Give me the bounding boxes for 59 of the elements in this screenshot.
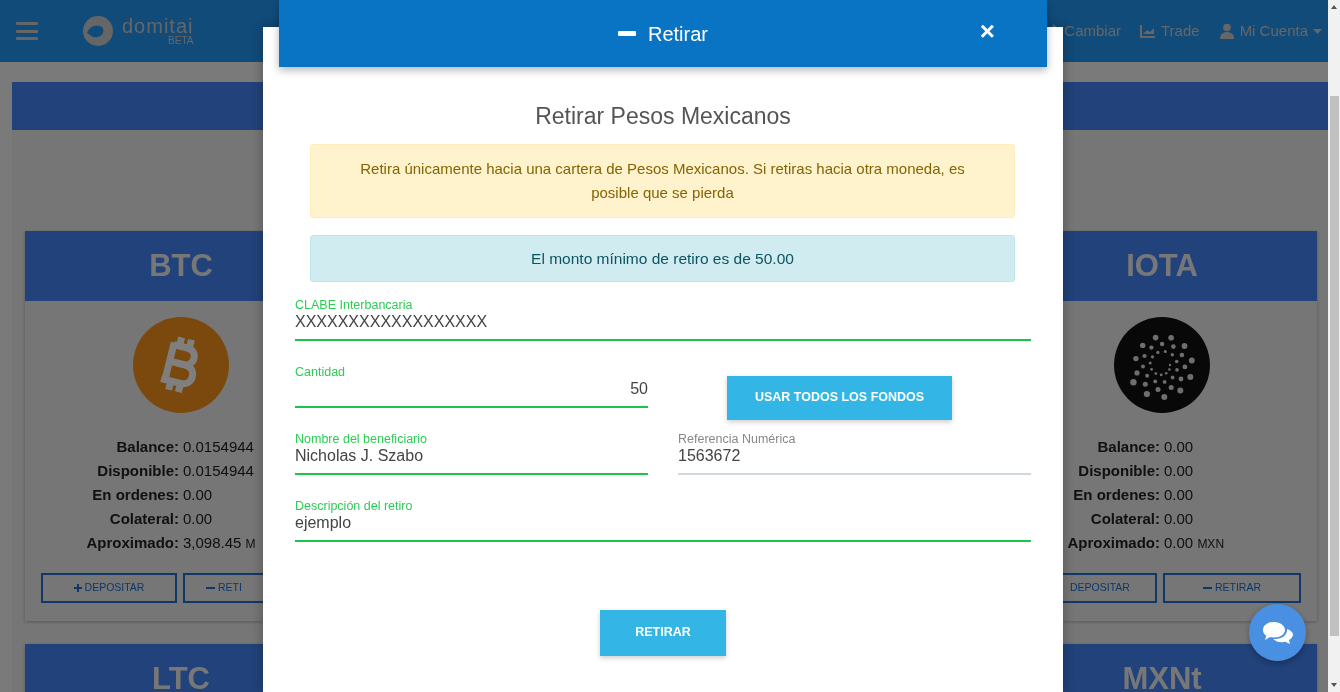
logo-icon [82,15,114,47]
input-field[interactable]: XXXXXXXXXXXXXXXXXX [295,311,1031,341]
input-field[interactable]: Nicholas J. Szabo [295,445,648,475]
info-alert: El monto mínimo de retiro es de 50.00 [310,234,1015,282]
stat-value: 0.00 [1164,437,1194,457]
input-field[interactable]: 50 [295,378,648,408]
field-label: Nombre del beneficiario [295,431,427,446]
caret-icon [1313,28,1322,34]
menu-icon[interactable] [16,22,38,40]
stat-value: 3,098.45 M [183,533,256,553]
use-all-funds-button[interactable]: USAR TODOS LOS FONDOS [727,375,952,420]
field-label: Cantidad [295,364,346,379]
stat-value: 0.00 [1164,509,1194,529]
coin-ticker: MXNt [1063,644,1317,692]
stat-label: Balance: [1096,437,1160,457]
stat-value: 0.00 [183,509,213,529]
stat-value: 0.00 [183,485,213,505]
stat-value: 0.00 [1164,461,1194,481]
stat-label: Disponible: [1077,461,1160,481]
stat-label: En ordenes: [91,485,179,505]
input-field[interactable]: ejemplo [295,512,1031,542]
coin-ticker: LTC [25,644,263,692]
stat-value: 0.0154944 [183,437,254,457]
user-icon [1218,23,1235,39]
nav-link[interactable]: Mi Cuenta [1218,19,1322,43]
coin-ticker: BTC [25,231,263,301]
stat-label: Aproximado: [1066,533,1160,553]
field-label: CLABE Interbancaria [295,297,413,312]
modal-title: Retirar [648,21,708,47]
stat-value: 0.00 [1164,485,1194,505]
minus-icon [206,584,215,592]
stat-value: 0.0154944 [183,461,254,481]
stat-label: En ordenes: [1072,485,1160,505]
stat-label: Balance: [115,437,179,457]
bitcoin-icon [133,317,229,413]
close-button[interactable]: × [979,18,995,44]
brand-name: domitai [122,16,194,36]
chat-icon [1261,619,1294,646]
chart-icon [1140,23,1156,39]
field-label: Referencia Numérica [678,431,796,446]
withdraw-button[interactable]: RETIRAR [1163,573,1301,603]
iota-icon [1114,317,1210,413]
coin-ticker: IOTA [1063,231,1317,301]
stat-label: Colateral: [1089,509,1160,529]
submit-button[interactable]: RETIRAR [600,609,726,656]
stat-label: Disponible: [96,461,179,481]
stat-label: Colateral: [108,509,179,529]
deposit-button[interactable]: DEPOSITAR [41,573,177,603]
nav-link[interactable]: Trade [1140,19,1200,43]
plus-icon [73,584,82,592]
minus-icon [618,31,636,36]
input-field[interactable]: 1563672 [678,445,1031,475]
minus-icon [1202,584,1212,592]
modal-heading: Retirar Pesos Mexicanos [534,102,792,131]
stat-label: Aproximado: [85,533,179,553]
field-label: Descripción del retiro [295,498,413,513]
warning-alert: Retira únicamente hacia una cartera de Pesos Mexicanos. Si retiras hacia otra moneda, es posible que se pierda [310,143,1015,218]
beta-label: BETA [168,36,194,46]
stat-value: 0.00 MXN [1164,533,1225,553]
